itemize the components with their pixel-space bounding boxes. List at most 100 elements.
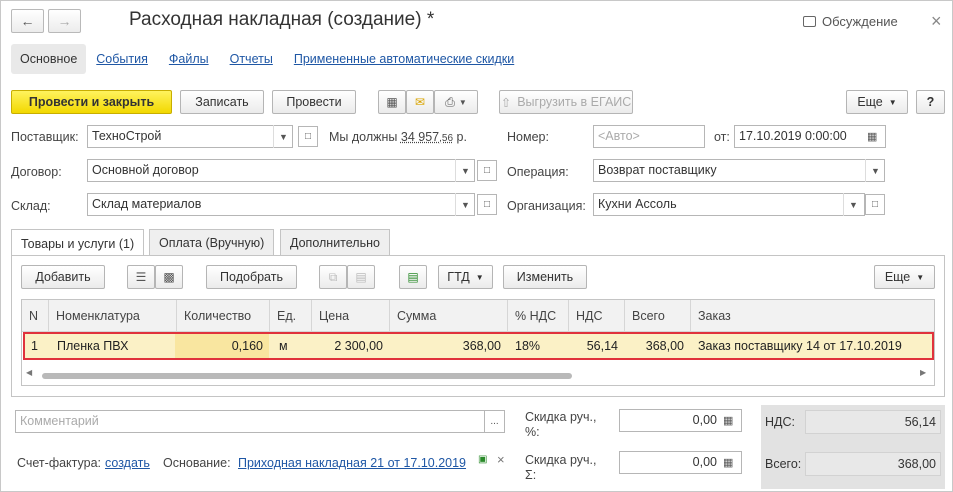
save-button[interactable]: Записать xyxy=(180,90,264,114)
calculator-icon[interactable]: ▦ xyxy=(723,456,733,469)
cell-item[interactable]: Пленка ПВХ xyxy=(50,334,176,358)
section-events[interactable]: События xyxy=(96,52,148,66)
discussion-label: Обсуждение xyxy=(822,14,898,29)
date-from-label: от: xyxy=(714,130,730,144)
section-files[interactable]: Файлы xyxy=(169,52,209,66)
tab-goods[interactable]: Товары и услуги (1) xyxy=(11,229,145,257)
chevron-down-icon[interactable]: ▼ xyxy=(455,193,475,216)
col-header-sum[interactable]: Сумма xyxy=(390,300,508,332)
cell-total[interactable]: 368,00 xyxy=(625,334,691,358)
calendar-icon[interactable]: ▦ xyxy=(867,130,877,143)
col-header-vat[interactable]: НДС xyxy=(569,300,625,332)
ellipsis-button[interactable]: ... xyxy=(484,410,505,433)
warehouse-field[interactable]: Склад материалов xyxy=(87,193,475,216)
supplier-field[interactable]: ТехноСтрой xyxy=(87,125,293,148)
operation-field[interactable]: Возврат поставщику xyxy=(593,159,885,182)
open-icon[interactable]: □ xyxy=(865,194,885,215)
date-field[interactable]: 17.10.2019 0:00:00 xyxy=(734,125,886,148)
tab-payment[interactable]: Оплата (Вручную) xyxy=(149,229,275,256)
back-button[interactable]: ← xyxy=(11,9,44,33)
barcode-icon[interactable]: ☰ xyxy=(127,265,155,289)
more-button[interactable]: Еще ▼ xyxy=(846,90,908,114)
email-icon[interactable]: ✉ xyxy=(406,90,434,114)
col-header-qty[interactable]: Количество xyxy=(177,300,270,332)
change-button[interactable]: Изменить xyxy=(503,265,587,289)
col-header-unit[interactable]: Ед. xyxy=(270,300,312,332)
open-icon[interactable]: □ xyxy=(477,160,497,181)
scroll-left-icon[interactable]: ◀ xyxy=(26,368,32,377)
vat-total-value: 56,14 xyxy=(805,410,941,434)
select-button[interactable]: Подобрать xyxy=(206,265,297,289)
calculator-icon[interactable]: ▦ xyxy=(723,414,733,427)
vat-total-label: НДС: xyxy=(765,415,795,429)
grand-total-value: 368,00 xyxy=(805,452,941,476)
tab-additional[interactable]: Дополнительно xyxy=(280,229,390,256)
col-header-total[interactable]: Всего xyxy=(625,300,691,332)
invoice-create-link[interactable]: создать xyxy=(105,456,150,470)
arrow-up-icon: ⇧ xyxy=(500,95,512,110)
contract-label: Договор: xyxy=(11,165,62,179)
scrollbar-thumb[interactable] xyxy=(42,373,572,379)
invoice-label: Счет-фактура: xyxy=(17,456,102,470)
arrow-right-icon: → xyxy=(57,13,72,29)
scroll-right-icon[interactable]: ▶ xyxy=(920,368,926,377)
window-title: Расходная накладная (создание) * xyxy=(129,9,435,30)
cell-sum[interactable]: 368,00 xyxy=(390,334,508,358)
open-icon[interactable]: □ xyxy=(477,194,497,215)
forward-button[interactable]: → xyxy=(48,9,81,33)
cell-vat[interactable]: 56,14 xyxy=(569,334,625,358)
cell-order[interactable]: Заказ поставщику 14 от 17.10.2019 xyxy=(691,334,934,358)
add-basis-icon[interactable]: ▣ xyxy=(478,454,487,465)
col-header-order[interactable]: Заказ xyxy=(691,300,934,332)
cell-vat-rate[interactable]: 18% xyxy=(508,334,569,358)
chevron-down-icon[interactable]: ▼ xyxy=(455,159,475,182)
comment-field[interactable]: Комментарий xyxy=(15,410,485,433)
post-button[interactable]: Провести xyxy=(272,90,356,114)
chevron-down-icon: ▼ xyxy=(916,272,925,282)
cell-qty[interactable]: 0,160 xyxy=(177,334,270,358)
col-header-item[interactable]: Номенклатура xyxy=(49,300,177,332)
paste-icon[interactable]: ▤ xyxy=(347,265,375,289)
section-discounts[interactable]: Примененные автоматические скидки xyxy=(294,52,514,66)
barcode-scan-icon[interactable]: ▩ xyxy=(155,265,183,289)
print-icon[interactable]: ⎙ ▼ xyxy=(434,90,478,114)
section-main[interactable]: Основное xyxy=(11,44,87,74)
contract-field[interactable]: Основной договор xyxy=(87,159,475,182)
horizontal-scrollbar[interactable]: ◀ ▶ xyxy=(24,368,932,382)
table-more-button[interactable]: Еще ▼ xyxy=(874,265,935,289)
close-icon[interactable]: × xyxy=(931,11,942,32)
we-owe-text: Мы должны 34 957,56 р. xyxy=(329,130,467,144)
open-icon[interactable]: □ xyxy=(298,126,318,147)
discount-sum-label: Скидка руч., Σ: xyxy=(525,453,597,482)
col-header-n[interactable]: N xyxy=(22,300,49,332)
gtd-button[interactable]: ГТД ▼ xyxy=(438,265,493,289)
chevron-down-icon[interactable]: ▼ xyxy=(273,125,293,148)
post-and-close-button[interactable]: Провести и закрыть xyxy=(11,90,172,114)
col-header-price[interactable]: Цена xyxy=(312,300,390,332)
col-header-vat-rate[interactable]: % НДС xyxy=(508,300,569,332)
help-button[interactable]: ? xyxy=(916,90,945,114)
chevron-down-icon[interactable]: ▼ xyxy=(865,159,885,182)
copy-icon[interactable]: ⧉ xyxy=(319,265,347,289)
chevron-down-icon: ▼ xyxy=(888,97,897,107)
cell-unit[interactable]: м xyxy=(272,334,312,358)
add-button[interactable]: Добавить xyxy=(21,265,105,289)
section-links: Основное События Файлы Отчеты Примененны… xyxy=(11,43,535,75)
chat-icon xyxy=(803,16,816,27)
number-field[interactable]: <Авто> xyxy=(593,125,705,148)
cell-n[interactable]: 1 xyxy=(24,334,49,358)
basis-link[interactable]: Приходная накладная 21 от 17.10.2019 xyxy=(238,456,466,470)
fill-icon[interactable]: ▤ xyxy=(399,265,427,289)
number-label: Номер: xyxy=(507,130,549,144)
chevron-down-icon[interactable]: ▼ xyxy=(843,193,863,216)
organization-field[interactable]: Кухни Ассоль xyxy=(593,193,865,216)
discussion-button[interactable]: Обсуждение xyxy=(803,14,898,29)
warehouse-label: Склад: xyxy=(11,199,51,213)
cell-price[interactable]: 2 300,00 xyxy=(312,334,390,358)
clear-icon[interactable]: × xyxy=(497,452,505,467)
we-owe-amount[interactable]: 34 957,56 xyxy=(401,130,453,144)
section-reports[interactable]: Отчеты xyxy=(230,52,273,66)
structure-icon[interactable]: ▦ xyxy=(378,90,406,114)
goods-table: N Номенклатура Количество Ед. Цена Сумма… xyxy=(21,299,935,386)
upload-egais-button[interactable]: ⇧ Выгрузить в ЕГАИС xyxy=(499,90,633,114)
